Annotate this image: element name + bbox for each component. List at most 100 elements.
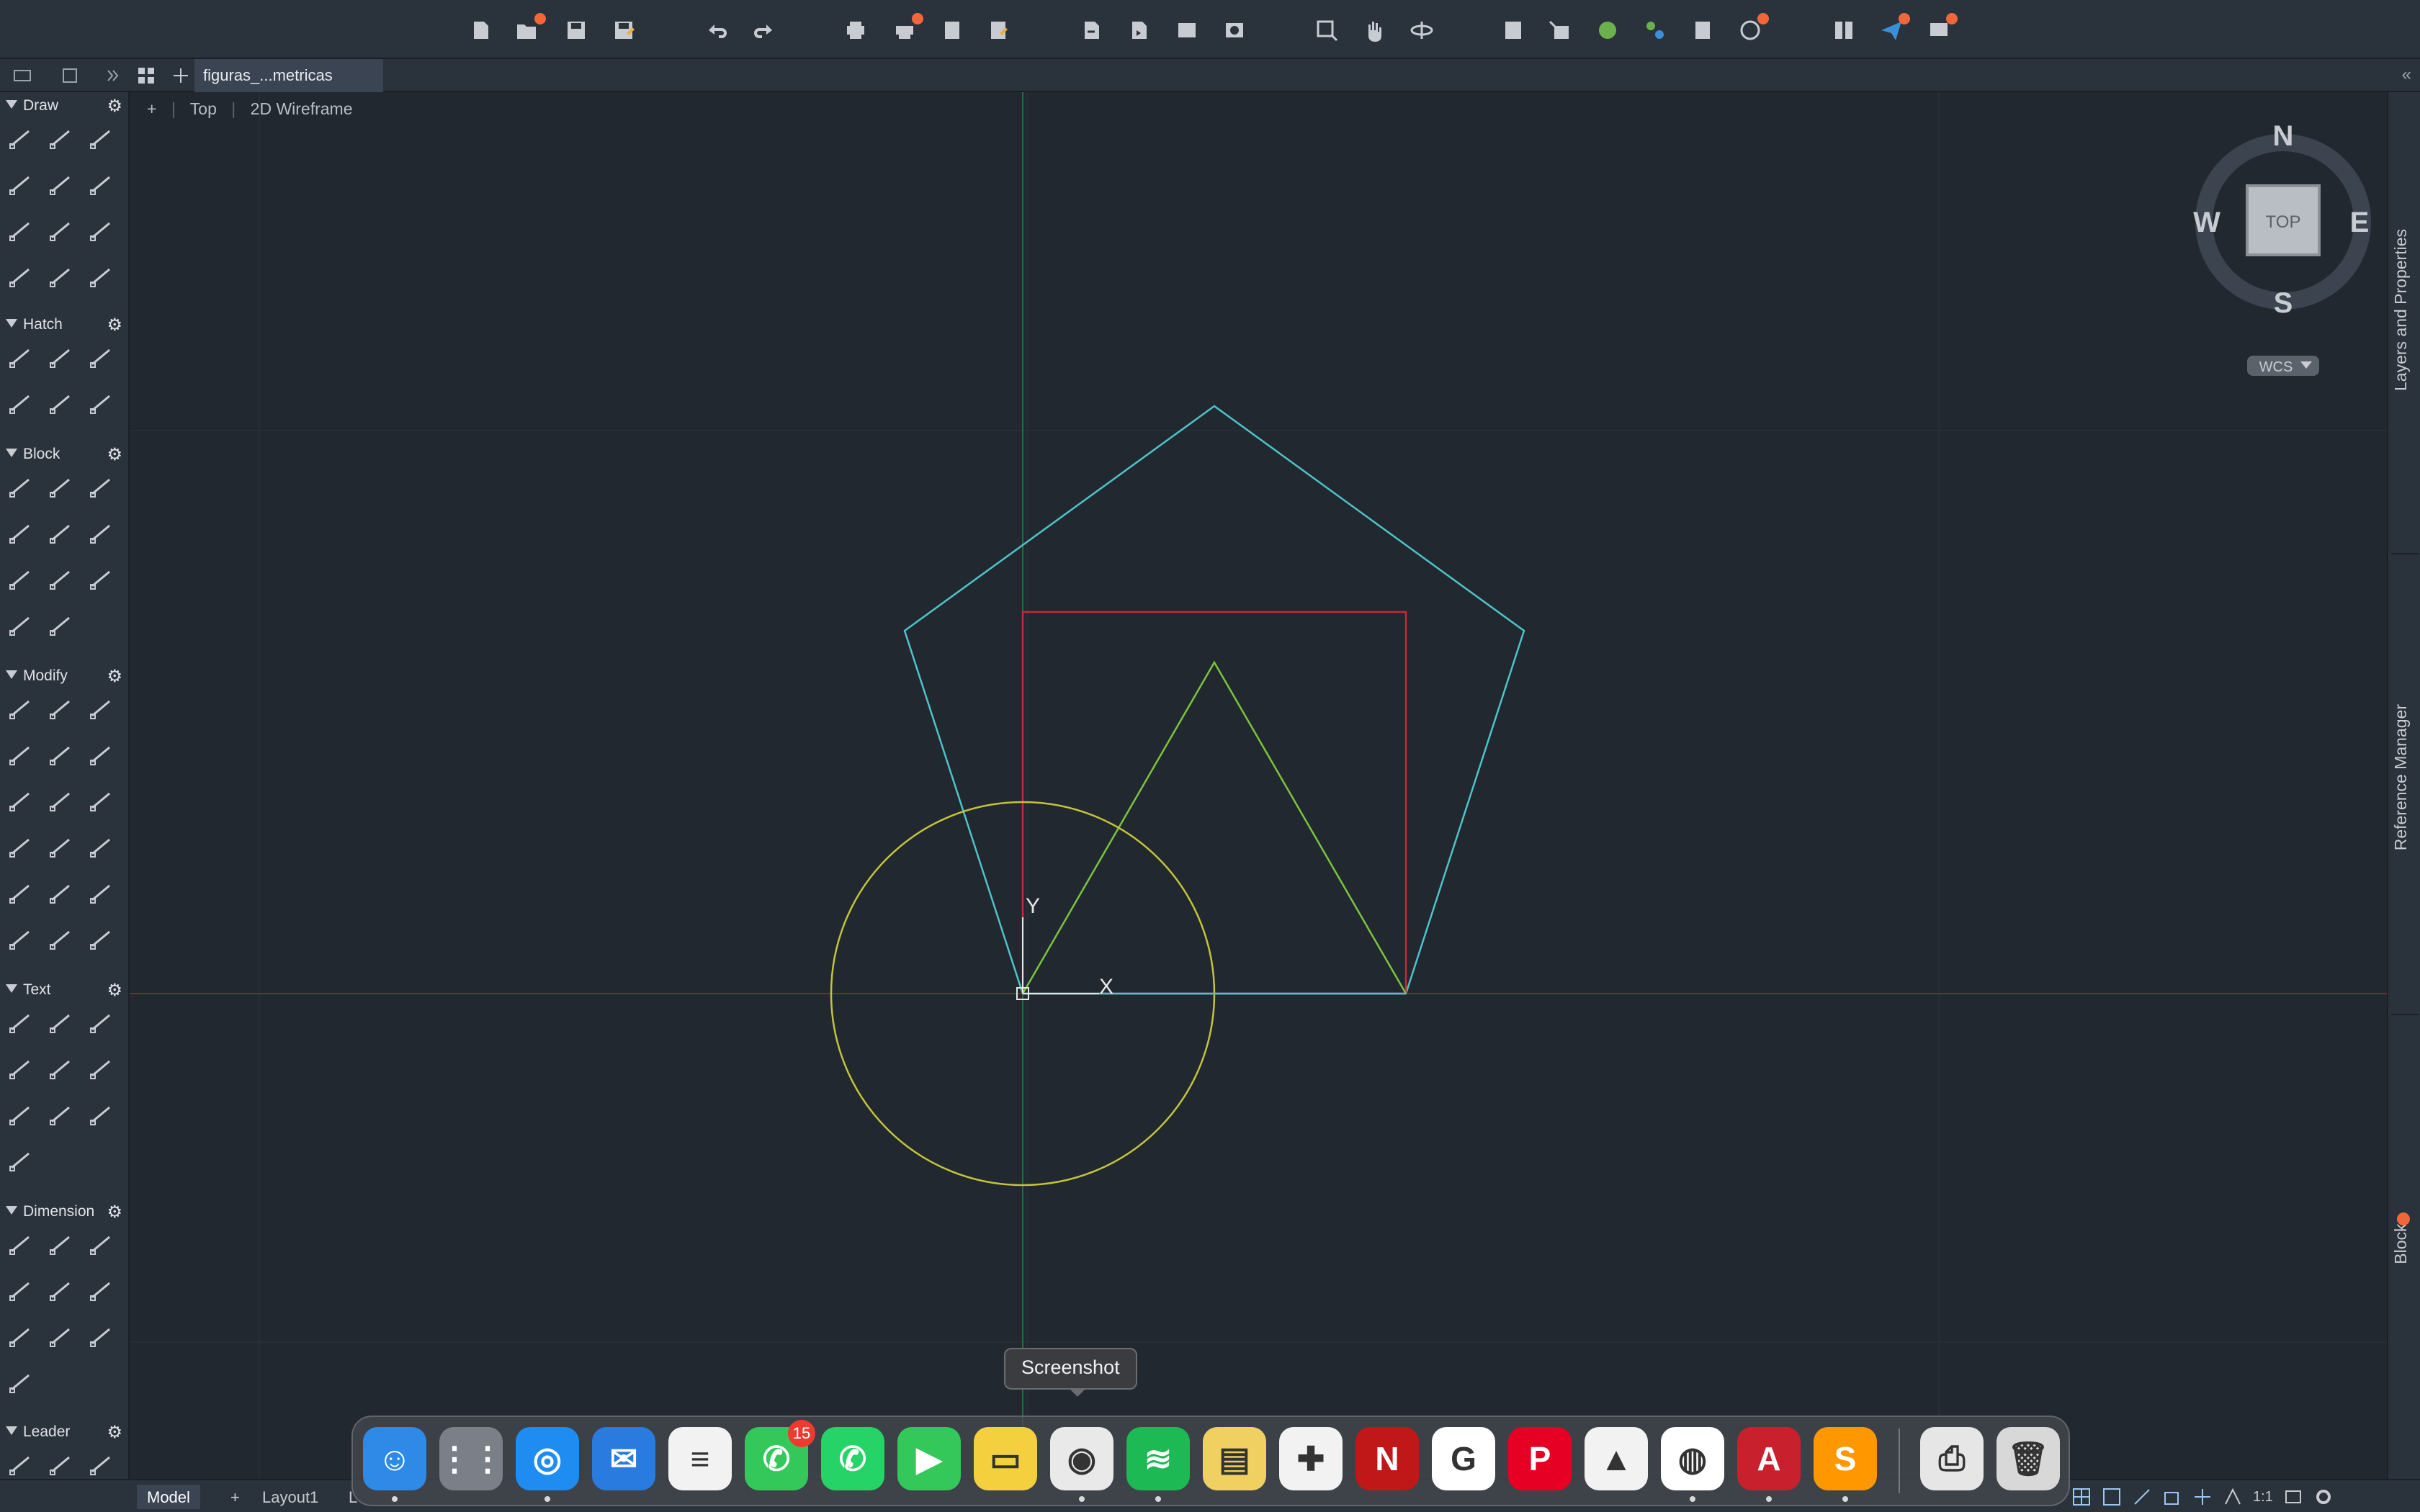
- dock-app-netflix-icon[interactable]: N: [1355, 1427, 1419, 1490]
- view-name[interactable]: Top: [190, 99, 217, 118]
- dock-app-google-icon[interactable]: G: [1432, 1427, 1495, 1490]
- dock-app-reminders-icon[interactable]: ≡: [668, 1427, 732, 1490]
- layer-on-icon[interactable]: [1593, 16, 1622, 45]
- multiline-icon[interactable]: [6, 216, 35, 245]
- dock-app-whatsapp-icon[interactable]: ✆: [821, 1427, 884, 1490]
- collapse-triangle-icon[interactable]: [6, 670, 17, 679]
- scale-icon[interactable]: [46, 740, 75, 769]
- remove-leader-icon[interactable]: [86, 1450, 115, 1479]
- drawing-canvas[interactable]: Y X: [130, 92, 2387, 1479]
- viewport-menu[interactable]: +: [147, 99, 156, 118]
- dimension-style-icon[interactable]: [6, 1368, 35, 1397]
- center-mark-icon[interactable]: [86, 1322, 115, 1351]
- sync-icon[interactable]: [46, 611, 75, 639]
- offset-icon[interactable]: [46, 786, 75, 815]
- dock-app-moodle-icon[interactable]: ▲: [1585, 1427, 1648, 1490]
- spline-icon[interactable]: [86, 170, 115, 199]
- compass-north[interactable]: N: [2273, 120, 2294, 152]
- pan-hand-icon[interactable]: [1360, 16, 1389, 45]
- settings-gear-icon[interactable]: [2313, 1487, 2334, 1507]
- collapse-triangle-icon[interactable]: [6, 984, 17, 993]
- open-file-icon[interactable]: [513, 13, 546, 45]
- wipeout-icon[interactable]: [46, 389, 75, 418]
- ray-icon[interactable]: [46, 262, 75, 291]
- align-icon[interactable]: [6, 878, 35, 907]
- new-block-icon[interactable]: [46, 564, 75, 593]
- compass-south[interactable]: S: [2274, 287, 2293, 319]
- palette-section-leader[interactable]: Leader ⚙: [0, 1418, 130, 1444]
- spell-check-icon[interactable]: [46, 1054, 75, 1083]
- gear-icon[interactable]: ⚙: [107, 1422, 122, 1443]
- batch-plot-icon[interactable]: [890, 13, 923, 45]
- array-icon[interactable]: [86, 786, 115, 815]
- collapse-triangle-icon[interactable]: [6, 319, 17, 328]
- collapse-triangle-icon[interactable]: [6, 449, 17, 457]
- arc-icon[interactable]: [46, 170, 75, 199]
- palette-section-dimension[interactable]: Dimension ⚙: [0, 1198, 130, 1224]
- plot-icon[interactable]: [841, 16, 870, 45]
- collapse-triangle-icon[interactable]: [6, 100, 17, 109]
- compass-west[interactable]: W: [2193, 207, 2220, 238]
- revcloud-icon[interactable]: [86, 262, 115, 291]
- find-text-icon[interactable]: [6, 1054, 35, 1083]
- edit-block-icon[interactable]: [86, 472, 115, 501]
- dock-app-notes-icon[interactable]: ▭: [974, 1427, 1037, 1490]
- gear-icon[interactable]: ⚙: [107, 1202, 122, 1223]
- add-leader-icon[interactable]: [46, 1450, 75, 1479]
- collapse-palettes-icon[interactable]: «: [2402, 65, 2411, 85]
- aligned-dimension-icon[interactable]: [46, 1230, 75, 1259]
- ellipse-icon[interactable]: [86, 216, 115, 245]
- insert-block-icon[interactable]: [46, 472, 75, 501]
- dock-app-sublime-text-icon[interactable]: S: [1814, 1427, 1877, 1490]
- dock-app-printer-icon[interactable]: ⎙: [1920, 1427, 1984, 1490]
- palette-section-draw[interactable]: Draw ⚙: [0, 92, 130, 118]
- define-attribute-icon[interactable]: [6, 518, 35, 547]
- send-icon[interactable]: [1877, 13, 1910, 45]
- annotation-scale[interactable]: 1:1: [2253, 1489, 2273, 1506]
- text-search-icon[interactable]: [86, 1054, 115, 1083]
- angular-dimension-icon[interactable]: [86, 1230, 115, 1259]
- measure-icon[interactable]: [86, 924, 115, 953]
- publish-icon[interactable]: [984, 16, 1013, 45]
- edit-polyline-icon[interactable]: [6, 924, 35, 953]
- dock-app-launchpad-icon[interactable]: ⋮⋮: [438, 1427, 504, 1490]
- viewport-controls[interactable]: + | Top | 2D Wireframe: [147, 99, 363, 119]
- gradient-icon[interactable]: [46, 343, 75, 372]
- dock-app-chrome-icon[interactable]: ◍: [1661, 1427, 1724, 1490]
- rotate-icon[interactable]: [6, 740, 35, 769]
- tab-layout1[interactable]: Layout1: [252, 1485, 328, 1509]
- palette-section-hatch[interactable]: Hatch ⚙: [0, 311, 130, 337]
- multiline-text-icon[interactable]: [6, 1008, 35, 1037]
- ortho-toggle-icon[interactable]: [2132, 1487, 2152, 1507]
- web-services-icon[interactable]: [1736, 13, 1769, 45]
- design-center-icon[interactable]: [1688, 16, 1717, 45]
- break-icon[interactable]: [86, 832, 115, 861]
- single-line-text-icon[interactable]: [46, 1008, 75, 1037]
- continue-dimension-icon[interactable]: [6, 1322, 35, 1351]
- layers-properties-tab[interactable]: Layers and Properties: [2391, 229, 2411, 391]
- snap-toggle-icon[interactable]: [2102, 1487, 2122, 1507]
- explode-icon[interactable]: [6, 832, 35, 861]
- palette-toggle-icon[interactable]: [59, 65, 81, 86]
- reference-manager-tab[interactable]: Reference Manager: [2391, 704, 2411, 850]
- page-setup-icon[interactable]: [938, 16, 967, 45]
- stretch-icon[interactable]: [46, 832, 75, 861]
- block-attribute-icon[interactable]: [86, 518, 115, 547]
- multileader-icon[interactable]: [6, 1450, 35, 1479]
- visual-style[interactable]: 2D Wireframe: [251, 99, 353, 118]
- dock-app-capcut-icon[interactable]: ✚: [1279, 1427, 1343, 1490]
- drawing-viewport[interactable]: Y X + | Top | 2D Wireframe TOP N S E W W…: [130, 92, 2387, 1479]
- collapse-triangle-icon[interactable]: [6, 1206, 17, 1215]
- layer-state-icon[interactable]: [1641, 16, 1670, 45]
- annotation-icon[interactable]: [2223, 1487, 2243, 1507]
- export-icon[interactable]: [1125, 16, 1154, 45]
- attach-icon[interactable]: [86, 564, 115, 593]
- trim-icon[interactable]: [86, 740, 115, 769]
- square-shape[interactable]: [1021, 611, 1407, 995]
- palette-section-block[interactable]: Block ⚙: [0, 441, 130, 467]
- grid-toggle-icon[interactable]: [2071, 1487, 2092, 1507]
- document-tab[interactable]: figuras_...metricas: [194, 59, 383, 92]
- move-icon[interactable]: [6, 694, 35, 723]
- pentagon-shape[interactable]: [903, 405, 1525, 995]
- palette-section-text[interactable]: Text ⚙: [0, 976, 130, 1002]
